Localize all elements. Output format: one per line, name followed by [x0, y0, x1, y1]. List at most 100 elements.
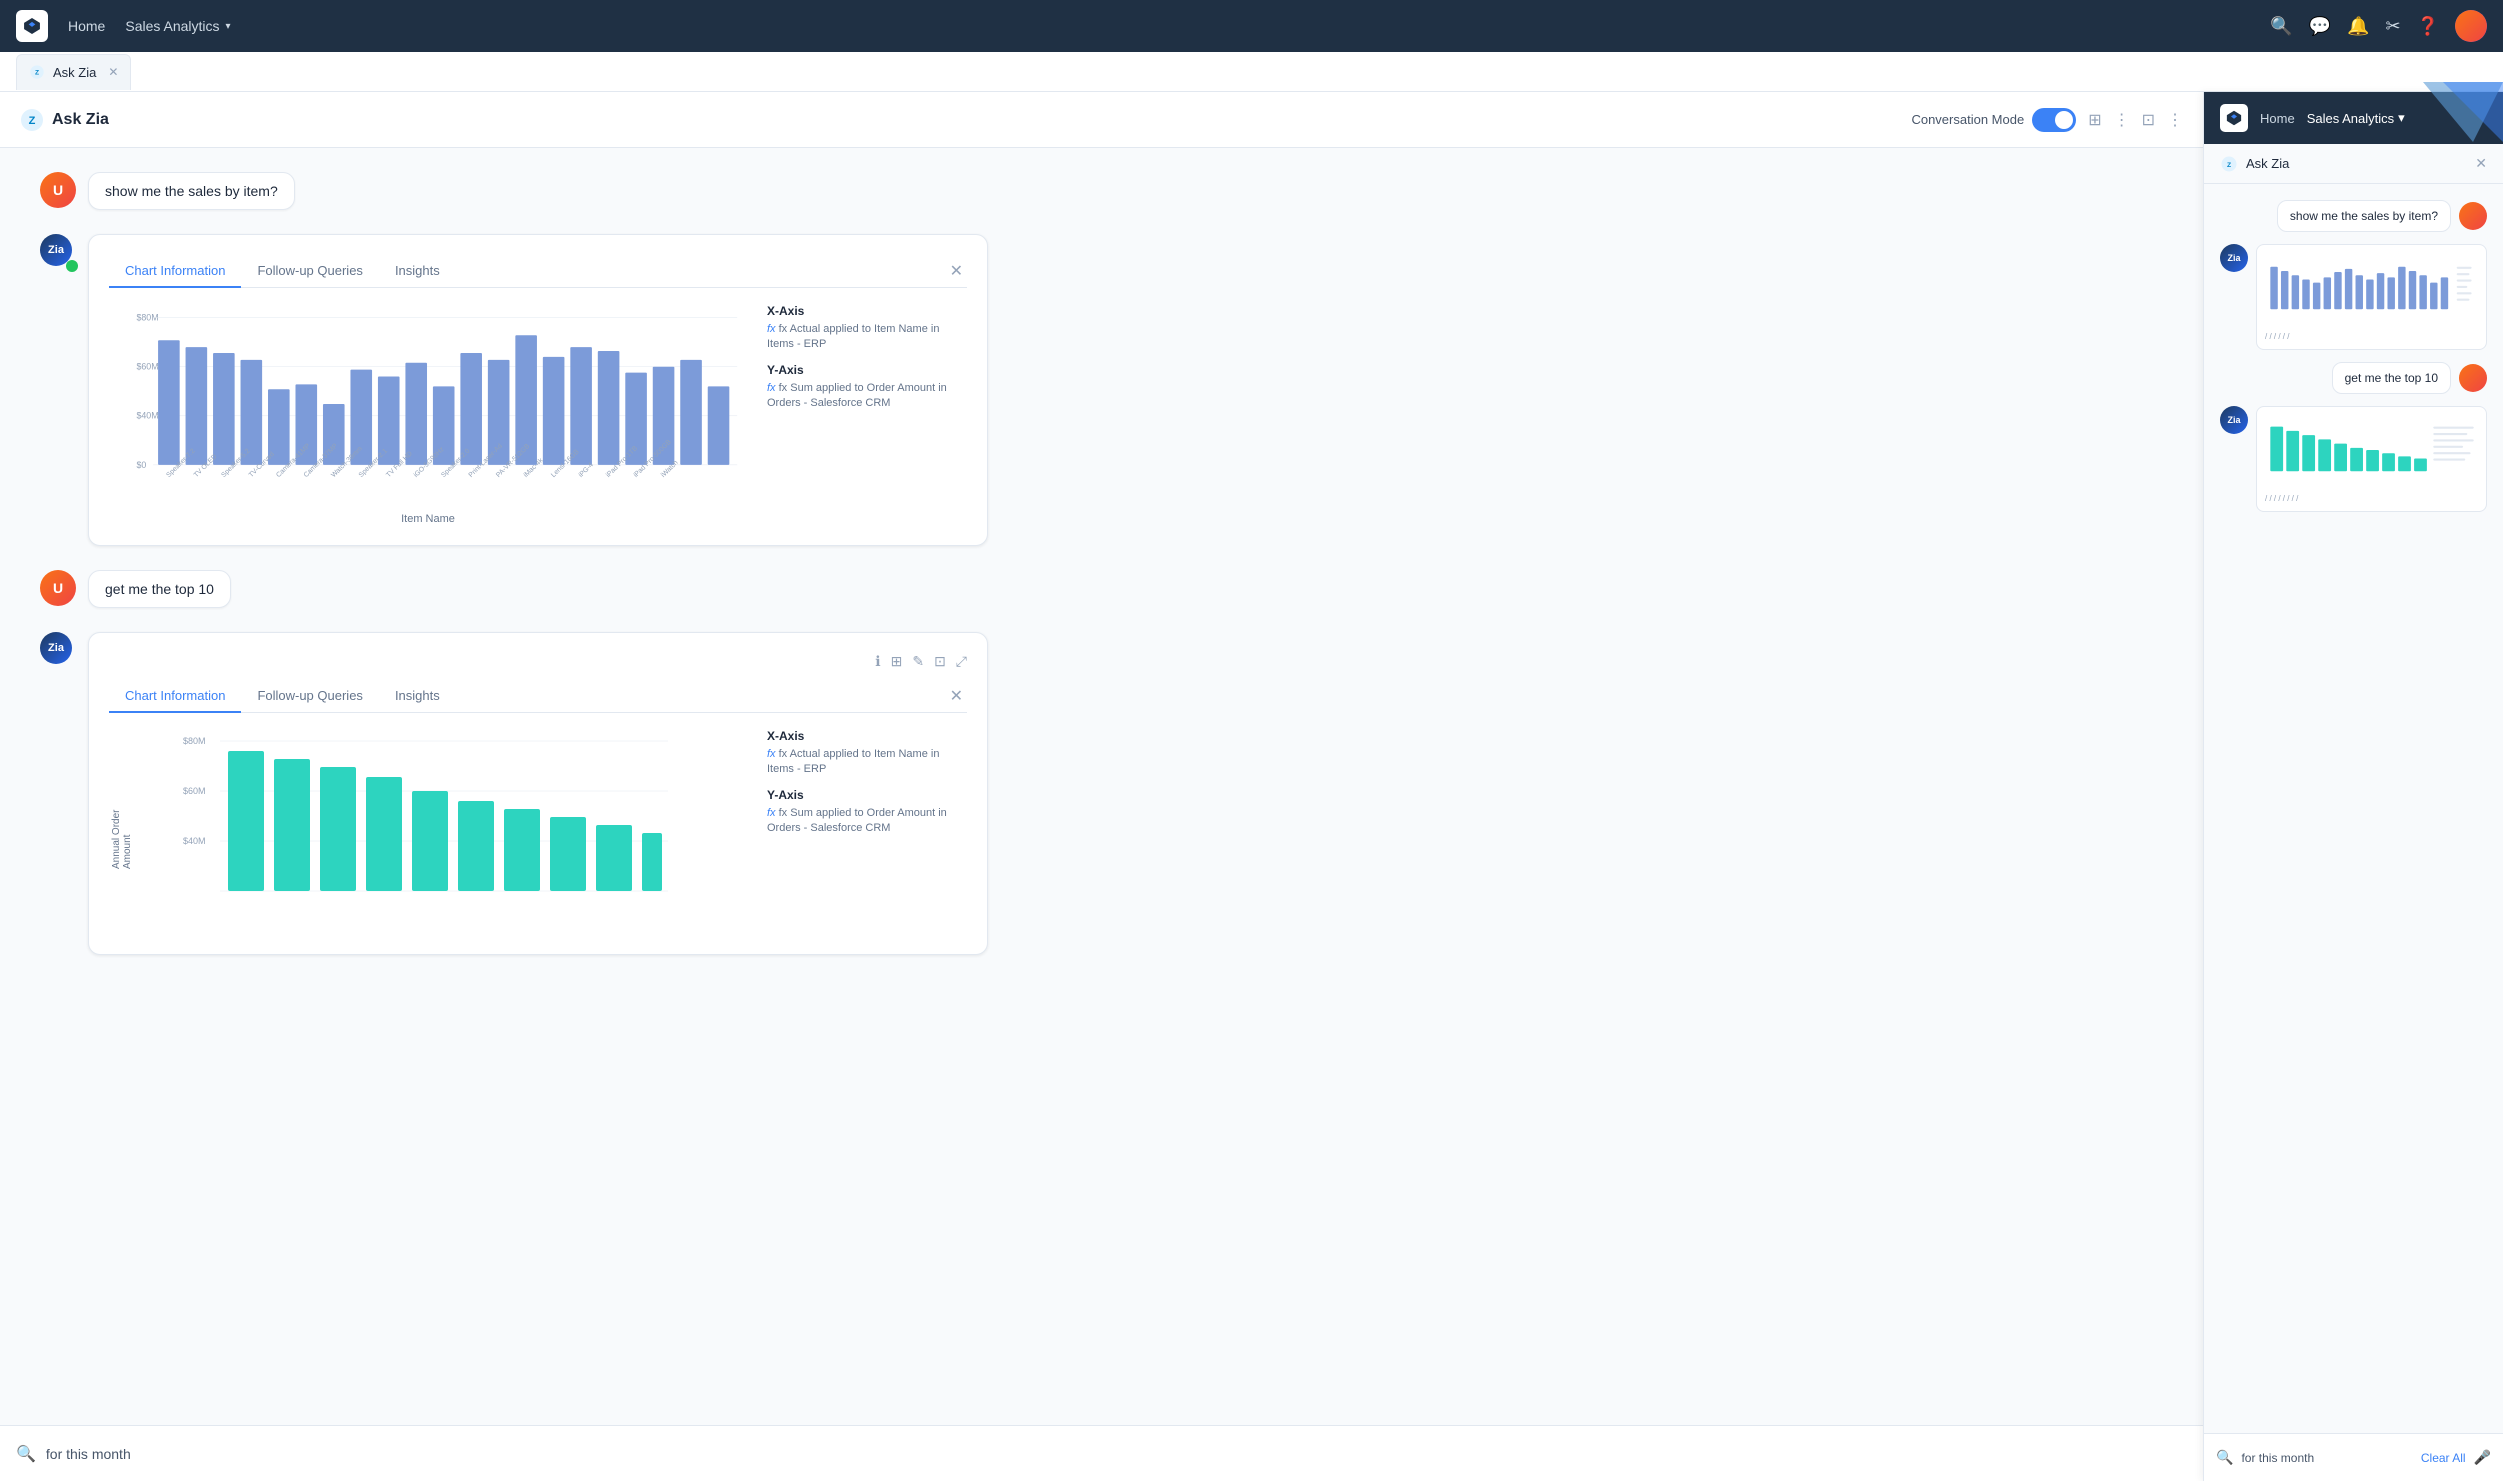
right-user-message-1: show me the sales by item? — [2220, 200, 2487, 232]
edit-icon[interactable]: ✎ — [912, 653, 924, 670]
nav-analytics-label: Sales Analytics — [125, 18, 219, 34]
tab-chart-info-2[interactable]: Chart Information — [109, 680, 241, 713]
expand-icon[interactable]: ⤢ — [956, 653, 967, 670]
nav-analytics[interactable]: Sales Analytics ▾ — [125, 18, 230, 34]
x-axis-desc-2: fx fx Actual applied to Item Name in Ite… — [767, 747, 967, 778]
help-icon[interactable]: ❓ — [2417, 16, 2439, 37]
more-options-icon[interactable]: ⋮ — [2114, 110, 2130, 130]
chart-info-panel-2: X-Axis fx fx Actual applied to Item Name… — [767, 729, 967, 934]
right-nav-logo[interactable] — [2220, 104, 2248, 132]
user-avatar[interactable] — [2455, 10, 2487, 42]
user-message-2: U get me the top 10 — [40, 570, 2163, 608]
zia-avatar-wrap-2: Zia — [40, 632, 76, 668]
right-zia-avatar-1: Zia — [2220, 244, 2248, 272]
chevron-down-icon: ▾ — [226, 21, 231, 32]
tab-chart-info-1[interactable]: Chart Information — [109, 255, 241, 288]
right-nav-home[interactable]: Home — [2260, 111, 2295, 126]
user-bubble-2: get me the top 10 — [88, 570, 231, 608]
info-icon[interactable]: ℹ — [875, 653, 880, 670]
svg-text:$0: $0 — [136, 460, 146, 470]
tab-close-icon[interactable]: ✕ — [108, 65, 118, 79]
right-user-bubble-1: show me the sales by item? — [2277, 200, 2451, 232]
y-axis-desc-2: fx fx Sum applied to Order Amount in Ord… — [767, 806, 967, 837]
zia-avatar-wrap-1: Zia — [40, 234, 76, 270]
user-avatar-img-1: U — [40, 172, 76, 208]
chart-tabs-2: Chart Information Follow-up Queries Insi… — [109, 680, 967, 713]
y-axis-heading-1: Y-Axis — [767, 363, 967, 377]
microphone-icon[interactable]: 🎤 — [2474, 1449, 2491, 1466]
user-message-text-1: show me the sales by item? — [105, 183, 278, 199]
input-search-icon: 🔍 — [16, 1444, 36, 1464]
table-icon[interactable]: ⊞ — [891, 653, 903, 670]
bar-chart-1: $80M $60M $40M $0 — [109, 304, 747, 525]
tab-ask-zia[interactable]: Z Ask Zia ✕ — [16, 54, 131, 90]
right-chart-card-2: / / / / / / / / — [2256, 406, 2487, 512]
svg-text:$80M: $80M — [183, 736, 206, 746]
zia-response-2: Zia ℹ ⊞ ✎ ⊡ ⤢ Chart Information Follow-u… — [40, 632, 2163, 955]
ask-zia-title: Z Ask Zia — [20, 108, 109, 132]
right-zia-response-1: Zia — [2220, 244, 2487, 350]
tab-followup-2[interactable]: Follow-up Queries — [241, 680, 379, 713]
ask-zia-header: Z Ask Zia Conversation Mode ⊞ ⋮ ⊡ ⋮ — [0, 92, 2203, 148]
user-avatar-2: U — [40, 570, 76, 606]
user-message-1: U show me the sales by item? — [40, 172, 2163, 210]
tab-bar: Z Ask Zia ✕ — [0, 52, 2503, 92]
right-nav-chevron: ▾ — [2398, 110, 2405, 126]
right-search-icon: 🔍 — [2216, 1449, 2233, 1466]
zia-tab-icon: Z — [29, 64, 45, 80]
right-search-input[interactable] — [2241, 1451, 2412, 1465]
search-icon[interactable]: 🔍 — [2270, 16, 2292, 37]
grid-icon[interactable]: ⊞ — [2088, 110, 2101, 130]
x-axis-heading-1: X-Axis — [767, 304, 967, 318]
right-zia-avatar-2: Zia — [2220, 406, 2248, 434]
tools-icon[interactable]: ✂ — [2385, 16, 2400, 37]
x-axis-desc-1: fx fx Actual applied to Item Name in Ite… — [767, 322, 967, 353]
toggle-switch[interactable] — [2032, 108, 2076, 132]
right-chart-mini-1 — [2265, 253, 2478, 323]
grid-view-icon[interactable]: ⊡ — [2142, 110, 2155, 130]
bar-chart-svg-1: $80M $60M $40M $0 — [109, 304, 747, 504]
chart-card-1: Chart Information Follow-up Queries Insi… — [88, 234, 988, 546]
bell-icon[interactable]: 🔔 — [2347, 16, 2369, 37]
right-ask-zia-label: Ask Zia — [2246, 156, 2289, 171]
options-icon[interactable]: ⋮ — [2167, 110, 2183, 130]
svg-text:$40M: $40M — [183, 836, 206, 846]
right-nav-analytics[interactable]: Sales Analytics ▾ — [2307, 110, 2405, 126]
tab-insights-1[interactable]: Insights — [379, 255, 456, 288]
right-user-message-2: get me the top 10 — [2220, 362, 2487, 394]
x-axis-heading-2: X-Axis — [767, 729, 967, 743]
chart-card-2: ℹ ⊞ ✎ ⊡ ⤢ Chart Information Follow-up Qu… — [88, 632, 988, 955]
chat-area: U show me the sales by item? Zia Chart I… — [0, 148, 2203, 1425]
input-bar: 🔍 — [0, 1425, 2203, 1481]
zia-avatar-2: Zia — [40, 632, 72, 664]
conversation-mode-toggle[interactable]: Conversation Mode — [1911, 108, 2076, 132]
main-layout: Z Ask Zia Conversation Mode ⊞ ⋮ ⊡ ⋮ U — [0, 92, 2503, 1481]
nav-home[interactable]: Home — [68, 18, 105, 34]
tab-ask-zia-label: Ask Zia — [53, 65, 96, 80]
chart-close-2[interactable]: ✕ — [946, 682, 967, 710]
right-ask-zia-close[interactable]: ✕ — [2475, 155, 2487, 172]
chart-close-1[interactable]: ✕ — [946, 257, 967, 285]
chat-icon[interactable]: 💬 — [2309, 16, 2331, 37]
bar-chart-svg-2: $80M $60M $40M — [109, 729, 747, 929]
nav-right-actions: 🔍 💬 🔔 ✂ ❓ — [2270, 10, 2487, 42]
top-navigation: Home Sales Analytics ▾ 🔍 💬 🔔 ✂ ❓ — [0, 0, 2503, 52]
ask-zia-panel: Z Ask Zia Conversation Mode ⊞ ⋮ ⊡ ⋮ U — [0, 92, 2203, 1481]
right-ask-zia-bar: Z Ask Zia ✕ — [2204, 144, 2503, 184]
clear-all-button[interactable]: Clear All — [2421, 1451, 2466, 1465]
chart-info-panel-1: X-Axis fx fx Actual applied to Item Name… — [767, 304, 967, 525]
chart-toolbar-2: ℹ ⊞ ✎ ⊡ ⤢ — [109, 653, 967, 670]
right-user-avatar-1 — [2459, 202, 2487, 230]
svg-text:Z: Z — [2227, 162, 2231, 169]
app-logo[interactable] — [16, 10, 48, 42]
main-search-input[interactable] — [46, 1446, 2187, 1462]
tab-followup-1[interactable]: Follow-up Queries — [241, 255, 379, 288]
right-user-text-1: show me the sales by item? — [2290, 209, 2438, 223]
user-message-text-2: get me the top 10 — [105, 581, 214, 597]
x-axis-label-1: Item Name — [109, 513, 747, 525]
right-zia-logo: Z — [2220, 155, 2238, 173]
download-icon[interactable]: ⊡ — [934, 653, 946, 670]
tab-insights-2[interactable]: Insights — [379, 680, 456, 713]
right-nav: Home Sales Analytics ▾ — [2204, 92, 2503, 144]
right-chart-card-1: / / / / / / — [2256, 244, 2487, 350]
